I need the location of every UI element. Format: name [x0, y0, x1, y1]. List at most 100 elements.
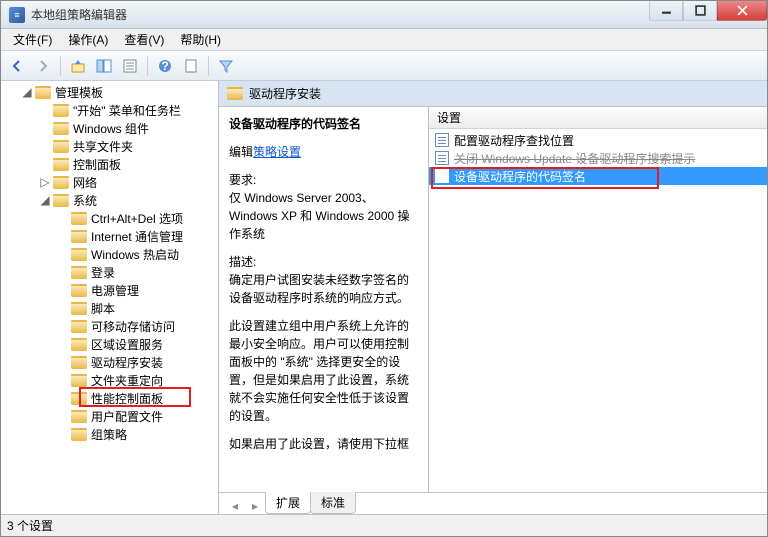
req-text: 仅 Windows Server 2003、Windows XP 和 Windo… — [229, 189, 418, 243]
tree-label[interactable]: 性能控制面板 — [91, 390, 163, 407]
menu-action[interactable]: 操作(A) — [60, 29, 116, 50]
app-icon: ≡ — [9, 7, 25, 23]
tree-item[interactable]: 文件夹重定向 — [1, 371, 218, 389]
expand-placeholder[interactable] — [39, 140, 51, 152]
close-button[interactable] — [717, 1, 767, 21]
tree-label[interactable]: Internet 通信管理 — [91, 228, 183, 245]
collapse-icon[interactable]: ◢ — [21, 86, 33, 98]
tree-label[interactable]: 电源管理 — [91, 282, 139, 299]
tree-item[interactable]: 控制面板 — [1, 155, 218, 173]
tree-label[interactable]: 可移动存储访问 — [91, 318, 175, 335]
expand-placeholder — [57, 284, 69, 296]
expand-placeholder[interactable] — [39, 104, 51, 116]
back-button[interactable] — [5, 54, 29, 78]
menu-file[interactable]: 文件(F) — [5, 29, 60, 50]
svg-text:?: ? — [161, 59, 168, 73]
folder-icon — [53, 194, 69, 207]
toolbar: ? — [1, 51, 767, 81]
folder-icon — [71, 212, 87, 225]
properties-button[interactable] — [118, 54, 142, 78]
list-body[interactable]: 配置驱动程序查找位置 关闭 Windows Update 设备驱动程序搜索提示 … — [429, 129, 767, 492]
help-button[interactable]: ? — [153, 54, 177, 78]
tab-next-icon[interactable]: ▸ — [247, 498, 263, 514]
maximize-button[interactable] — [683, 1, 717, 21]
tree-label[interactable]: "开始" 菜单和任务栏 — [73, 102, 181, 119]
up-button[interactable] — [66, 54, 90, 78]
menu-view[interactable]: 查看(V) — [116, 29, 172, 50]
folder-icon — [71, 338, 87, 351]
tree-item[interactable]: ◢ 系统 — [1, 191, 218, 209]
expand-placeholder — [57, 392, 69, 404]
tree-label[interactable]: 区域设置服务 — [91, 336, 163, 353]
tree-root[interactable]: ◢ 管理模板 — [1, 83, 218, 101]
list-item[interactable]: 关闭 Windows Update 设备驱动程序搜索提示 — [429, 149, 767, 167]
tree-item[interactable]: 脚本 — [1, 299, 218, 317]
tree-label[interactable]: Ctrl+Alt+Del 选项 — [91, 210, 183, 227]
tree-item[interactable]: 电源管理 — [1, 281, 218, 299]
tree-item[interactable]: Windows 热启动 — [1, 245, 218, 263]
tree-item[interactable]: 区域设置服务 — [1, 335, 218, 353]
expand-icon[interactable]: ▷ — [39, 176, 51, 188]
desc-text-1: 确定用户试图安装未经数字签名的设备驱动程序时系统的响应方式。 — [229, 271, 418, 307]
tree-label[interactable]: 登录 — [91, 264, 115, 281]
list-item-selected[interactable]: 设备驱动程序的代码签名 — [429, 167, 767, 185]
window-title: 本地组策略编辑器 — [31, 6, 649, 23]
page-icon — [435, 133, 449, 147]
expand-placeholder — [57, 302, 69, 314]
export-button[interactable] — [179, 54, 203, 78]
filter-button[interactable] — [214, 54, 238, 78]
tree-label[interactable]: 脚本 — [91, 300, 115, 317]
expand-placeholder — [57, 320, 69, 332]
menu-help[interactable]: 帮助(H) — [172, 29, 229, 50]
folder-icon — [53, 104, 69, 117]
tree-item[interactable]: "开始" 菜单和任务栏 — [1, 101, 218, 119]
tree-label[interactable]: 控制面板 — [73, 156, 121, 173]
tree-item[interactable]: Windows 组件 — [1, 119, 218, 137]
folder-icon — [71, 284, 87, 297]
tree-label[interactable]: 共享文件夹 — [73, 138, 133, 155]
window-controls — [649, 1, 767, 28]
tree-label[interactable]: Windows 组件 — [73, 120, 149, 137]
tree-item[interactable]: 登录 — [1, 263, 218, 281]
list-column-header[interactable]: 设置 — [429, 107, 767, 129]
expand-placeholder — [57, 338, 69, 350]
edit-line: 编辑策略设置 — [229, 143, 418, 161]
separator — [147, 56, 148, 76]
tree-item[interactable]: 用户配置文件 — [1, 407, 218, 425]
list-pane: 设置 配置驱动程序查找位置 关闭 Windows Update 设备驱动程序搜索… — [429, 107, 767, 492]
tree-item[interactable]: ▷ 网络 — [1, 173, 218, 191]
expand-placeholder[interactable] — [39, 122, 51, 134]
tree-item[interactable]: 可移动存储访问 — [1, 317, 218, 335]
tree-label[interactable]: 文件夹重定向 — [91, 372, 163, 389]
tree-item[interactable]: 组策略 — [1, 425, 218, 443]
tree-label[interactable]: 管理模板 — [55, 84, 103, 101]
folder-icon — [35, 86, 51, 99]
policy-settings-link[interactable]: 策略设置 — [253, 145, 301, 159]
expand-placeholder — [57, 266, 69, 278]
folder-icon — [53, 158, 69, 171]
tree-item[interactable]: 共享文件夹 — [1, 137, 218, 155]
tree-label[interactable]: 用户配置文件 — [91, 408, 163, 425]
expand-placeholder — [57, 212, 69, 224]
expand-placeholder[interactable] — [39, 158, 51, 170]
list-item[interactable]: 配置驱动程序查找位置 — [429, 131, 767, 149]
tree-item[interactable]: 性能控制面板 — [1, 389, 218, 407]
tab-extended[interactable]: 扩展 — [265, 492, 311, 514]
tab-standard[interactable]: 标准 — [310, 492, 356, 514]
tree-label[interactable]: 网络 — [73, 174, 97, 191]
tree-label[interactable]: 组策略 — [91, 426, 127, 443]
show-hide-tree-button[interactable] — [92, 54, 116, 78]
expand-placeholder — [57, 410, 69, 422]
expand-icon[interactable]: ◢ — [39, 194, 51, 206]
tree-item[interactable]: Ctrl+Alt+Del 选项 — [1, 209, 218, 227]
tree-item[interactable]: 驱动程序安装 — [1, 353, 218, 371]
tree-item[interactable]: Internet 通信管理 — [1, 227, 218, 245]
tree-label[interactable]: 驱动程序安装 — [91, 354, 163, 371]
tab-prev-icon[interactable]: ◂ — [227, 498, 243, 514]
tree-label[interactable]: Windows 热启动 — [91, 246, 179, 263]
minimize-button[interactable] — [649, 1, 683, 21]
tree-pane[interactable]: ◢ 管理模板 "开始" 菜单和任务栏Windows 组件共享文件夹控制面板 ▷ 网络… — [1, 81, 219, 514]
forward-button[interactable] — [31, 54, 55, 78]
titlebar: ≡ 本地组策略编辑器 — [1, 1, 767, 29]
tree-label[interactable]: 系统 — [73, 192, 97, 209]
